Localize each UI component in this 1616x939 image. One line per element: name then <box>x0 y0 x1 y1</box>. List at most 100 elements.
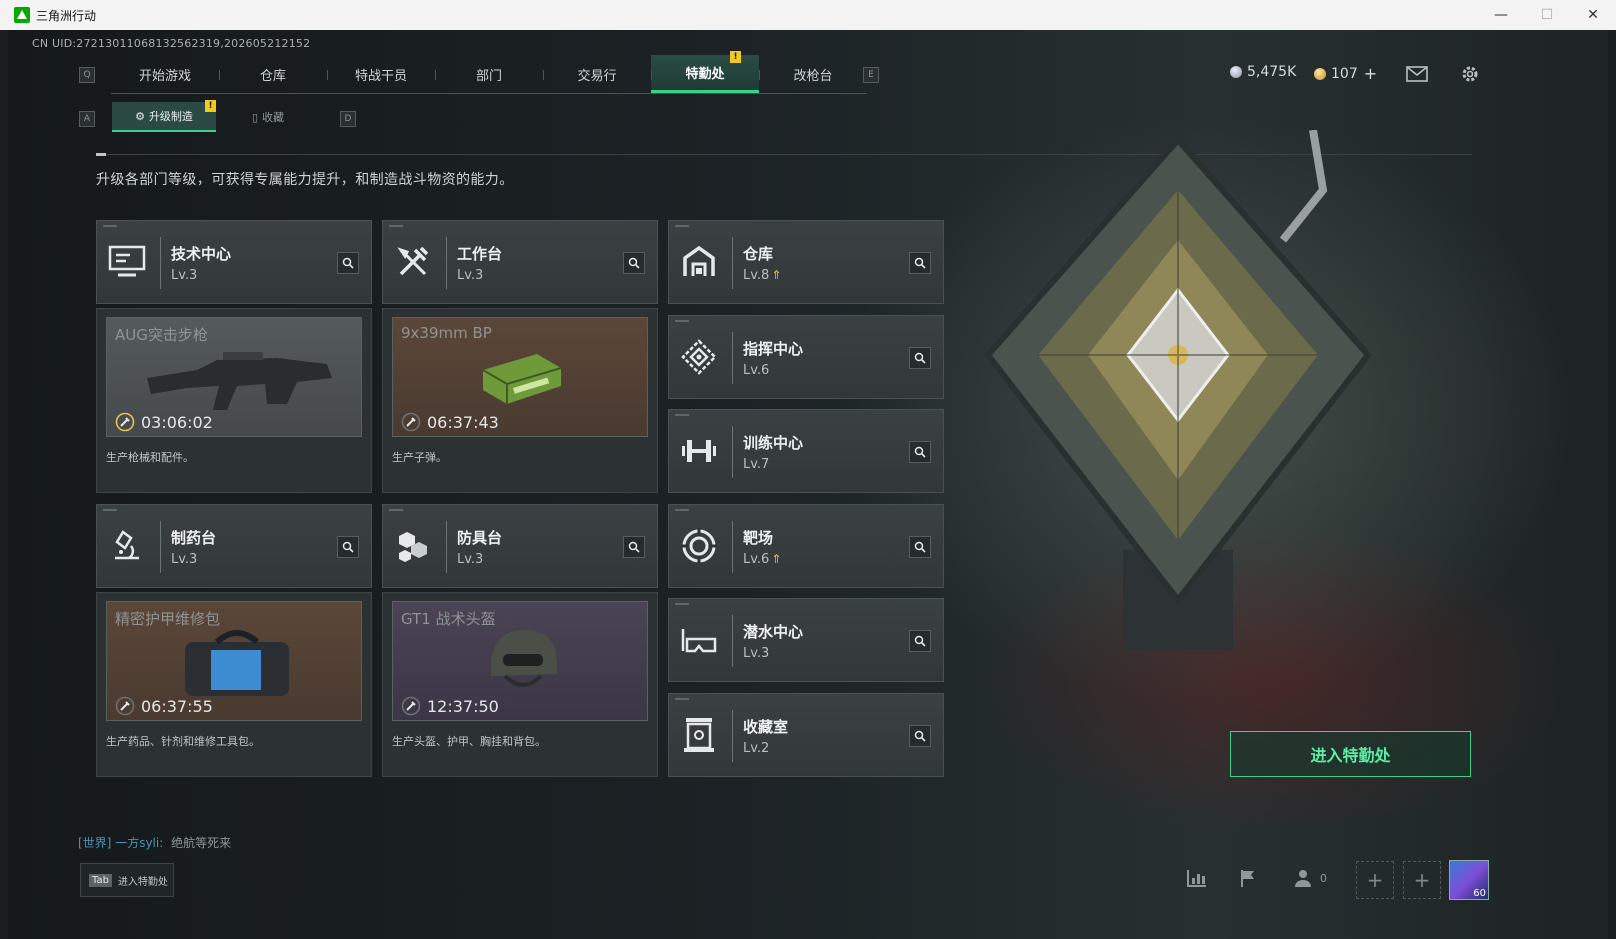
facility-card-training-center[interactable]: 训练中心 Lv.7 <box>668 409 944 493</box>
player-avatar[interactable]: 60 <box>1449 860 1489 900</box>
production-description: 生产子弹。 <box>392 451 447 464</box>
helmet-image <box>491 630 557 687</box>
production-slot[interactable]: 精密护甲维修包 06:37:55 <box>106 601 362 721</box>
tab-key-hint[interactable]: Tab 进入特勤处 <box>80 863 174 897</box>
close-button[interactable]: ✕ <box>1570 0 1616 30</box>
item-name: 9x39mm BP <box>401 324 492 342</box>
magnifier-icon[interactable] <box>909 252 931 274</box>
facility-level: Lv.6 ⇑ <box>743 552 781 567</box>
gold-currency: 107 + <box>1314 64 1377 83</box>
magnifier-icon[interactable] <box>337 536 359 558</box>
production-panel-weapons[interactable]: AUG突击步枪 03:06:02 生产枪械和配件。 <box>96 308 372 493</box>
facility-name: 技术中心 <box>171 245 232 263</box>
facility-card-armor-bench[interactable]: 防具台 Lv.3 <box>382 504 658 588</box>
notification-badge: ! <box>730 51 741 63</box>
facility-card-collection-room[interactable]: 收藏室 Lv.2 <box>668 693 944 777</box>
production-timer: 03:06:02 <box>115 412 213 432</box>
card-divider <box>160 237 161 289</box>
maximize-button[interactable]: ☐ <box>1524 0 1570 30</box>
production-panel-armor[interactable]: GT1 战术头盔 12:37:50 生产头盔、护甲、胸挂和背包。 <box>382 592 658 777</box>
card-divider <box>732 521 733 573</box>
timer-text: 12:37:50 <box>427 696 499 716</box>
production-slot[interactable]: GT1 战术头盔 12:37:50 <box>392 601 648 721</box>
facility-card-pharmacy[interactable]: 制药台 Lv.3 <box>96 504 372 588</box>
top-nav: 开始游戏 仓库 特战干员 部门 交易行 特勤处 改枪台 <box>111 55 867 94</box>
tab-trading[interactable]: 交易行 <box>543 55 651 93</box>
key-hint-e: E <box>863 67 879 83</box>
wrench-timer-icon <box>401 412 421 432</box>
card-divider <box>160 521 161 573</box>
stats-chart-icon[interactable] <box>1185 866 1209 890</box>
card-tag <box>389 509 403 511</box>
card-divider <box>732 237 733 289</box>
magnifier-icon[interactable] <box>623 252 645 274</box>
level-text: Lv.3 <box>457 552 484 567</box>
tab-gunsmith[interactable]: 改枪台 <box>759 55 867 93</box>
facility-card-diving-center[interactable]: 潜水中心 Lv.3 <box>668 598 944 682</box>
collection-small-icon: ▯ <box>251 110 259 124</box>
production-slot[interactable]: 9x39mm BP 06:37:43 <box>392 317 648 437</box>
wrench-timer-icon <box>401 696 421 716</box>
production-panel-medical[interactable]: 精密护甲维修包 06:37:55 生产药品、针剂和维修工具包。 <box>96 592 372 777</box>
add-teammate-slot-2[interactable]: + <box>1403 861 1441 899</box>
card-tag <box>103 225 117 227</box>
card-divider <box>732 426 733 478</box>
facility-level: Lv.3 <box>743 646 769 661</box>
magnifier-icon[interactable] <box>909 441 931 463</box>
facility-name: 指挥中心 <box>743 340 804 358</box>
facility-card-shooting-range[interactable]: 靶场 Lv.6 ⇑ <box>668 504 944 588</box>
world-chat-line[interactable]: [世界] 一方syli: 绝航等死来 <box>78 834 231 851</box>
magnifier-icon[interactable] <box>909 630 931 652</box>
tab-key: Tab <box>89 873 112 887</box>
facility-card-tech-center[interactable]: 技术中心 Lv.3 <box>96 220 372 304</box>
add-currency-button[interactable]: + <box>1364 64 1377 83</box>
facility-level: Lv.2 <box>743 741 769 756</box>
production-panel-ammo[interactable]: 9x39mm BP 06:37:43 生产子弹。 <box>382 308 658 493</box>
mail-icon[interactable] <box>1405 62 1429 86</box>
card-divider <box>732 332 733 384</box>
window-title: 三角洲行动 <box>36 8 97 23</box>
magnifier-icon[interactable] <box>623 536 645 558</box>
facility-card-workbench[interactable]: 工作台 Lv.3 <box>382 220 658 304</box>
subtab-collection[interactable]: ▯ 收藏 <box>216 102 320 132</box>
card-tag <box>389 225 403 227</box>
repair-kit-image <box>185 630 289 696</box>
card-divider <box>732 710 733 762</box>
subnav-badge: ! <box>205 100 216 112</box>
card-tag <box>675 698 689 700</box>
production-slot[interactable]: AUG突击步枪 03:06:02 <box>106 317 362 437</box>
tab-start-game[interactable]: 开始游戏 <box>111 55 219 93</box>
magnifier-icon[interactable] <box>909 536 931 558</box>
timer-text: 03:06:02 <box>141 412 213 432</box>
enter-special-ops-button[interactable]: 进入特勤处 <box>1230 731 1471 777</box>
magnifier-icon[interactable] <box>337 252 359 274</box>
goggles-icon <box>679 620 719 660</box>
tab-special-ops[interactable]: 特勤处 <box>651 55 759 93</box>
facility-card-command-center[interactable]: 指挥中心 Lv.6 <box>668 315 944 399</box>
friends-button[interactable]: 0 <box>1294 866 1334 890</box>
card-tag <box>675 320 689 322</box>
magnifier-icon[interactable] <box>909 725 931 747</box>
card-divider <box>446 237 447 289</box>
level-text: Lv.7 <box>743 457 770 472</box>
add-teammate-slot-1[interactable]: + <box>1356 861 1394 899</box>
subtab-upgrade-craft[interactable]: ⚙ 升级制造 <box>112 102 216 132</box>
avatar-level: 60 <box>1473 888 1486 899</box>
magnifier-icon[interactable] <box>909 347 931 369</box>
silver-coin-icon <box>1230 66 1242 78</box>
flag-icon[interactable] <box>1236 866 1260 890</box>
chat-channel: [世界] <box>78 836 112 850</box>
special-ops-3d-model <box>984 130 1372 650</box>
tab-operators[interactable]: 特战干员 <box>327 55 435 93</box>
warehouse-icon <box>679 242 719 282</box>
production-timer: 06:37:43 <box>401 412 499 432</box>
tab-warehouse[interactable]: 仓库 <box>219 55 327 93</box>
settings-gear-icon[interactable] <box>1458 62 1482 86</box>
minimize-button[interactable]: — <box>1478 0 1524 30</box>
facility-name: 训练中心 <box>743 434 804 452</box>
card-divider <box>732 615 733 667</box>
tab-department[interactable]: 部门 <box>435 55 543 93</box>
tab-hint-label: 进入特勤处 <box>117 876 168 888</box>
facility-card-warehouse[interactable]: 仓库 Lv.8 ⇑ <box>668 220 944 304</box>
friends-count: 0 <box>1320 871 1327 885</box>
